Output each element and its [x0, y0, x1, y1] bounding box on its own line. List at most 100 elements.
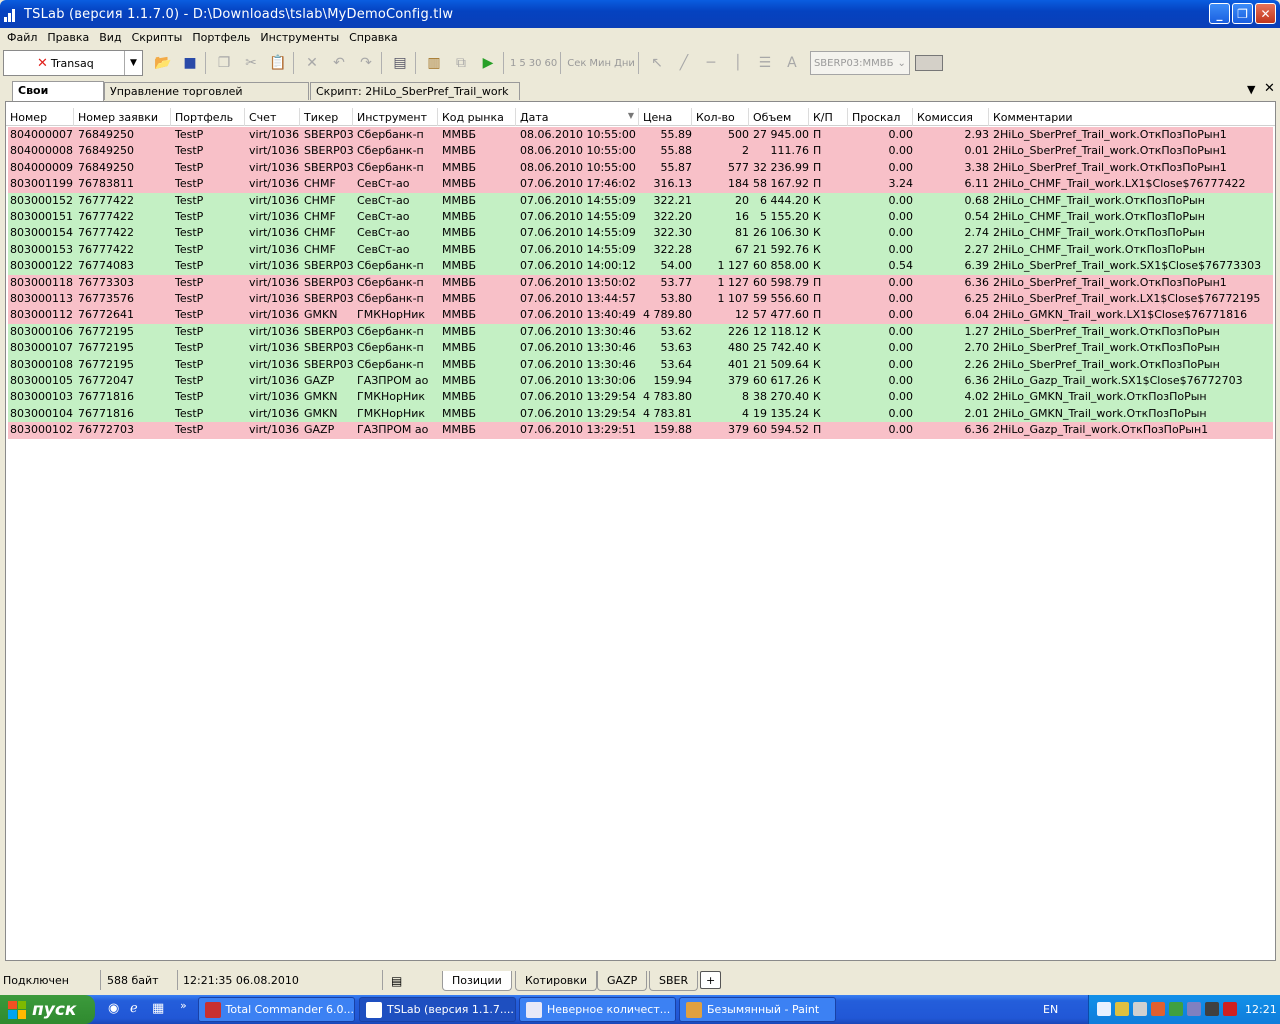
- task-paint[interactable]: Безымянный - Paint: [679, 997, 836, 1022]
- task-total-commander[interactable]: Total Commander 6.0...: [198, 997, 355, 1022]
- table-row[interactable]: 803000104 76771816 TestP virt/1036 GMKN ГМКНо…: [8, 405, 1273, 423]
- schema-icon[interactable]: ⧉: [449, 51, 473, 75]
- tray-calc-icon[interactable]: [1133, 1002, 1147, 1016]
- unit-seconds[interactable]: Сек: [567, 58, 586, 69]
- col-commission[interactable]: Комиссия: [913, 108, 989, 126]
- unit-days[interactable]: Дни: [614, 58, 635, 69]
- vline-tool-icon[interactable]: │: [726, 51, 750, 75]
- col-instrument[interactable]: Инструмент: [353, 108, 438, 126]
- menu-view[interactable]: Вид: [94, 31, 126, 44]
- table-row[interactable]: 803000122 76774083 TestP virt/1036 SBERP03 Сб…: [8, 258, 1273, 275]
- col-price[interactable]: Цена: [639, 108, 692, 126]
- close-button[interactable]: ✕: [1255, 3, 1276, 24]
- quicklaunch-more-icon[interactable]: »: [180, 999, 187, 1012]
- properties-icon[interactable]: ▤: [388, 51, 412, 75]
- tray-sound-icon[interactable]: [1205, 1002, 1219, 1016]
- col-quantity[interactable]: Кол-во: [692, 108, 749, 126]
- minimize-button[interactable]: _: [1209, 3, 1230, 24]
- redo-icon[interactable]: ↷: [354, 51, 378, 75]
- col-side[interactable]: К/П: [809, 108, 848, 126]
- table-row[interactable]: 804000009 76849250 TestP virt/1036 SBERP03 Сб…: [8, 159, 1273, 177]
- tab-own-trades[interactable]: Свои сделки: [12, 81, 104, 110]
- tray-network-icon[interactable]: [1187, 1002, 1201, 1016]
- interval-1[interactable]: 1: [510, 58, 516, 69]
- start-button[interactable]: пуск: [0, 995, 95, 1024]
- col-volume[interactable]: Объем: [749, 108, 809, 126]
- interval-60[interactable]: 60: [544, 58, 557, 69]
- tab-quotes[interactable]: Котировки: [515, 971, 598, 991]
- interval-30[interactable]: 30: [529, 58, 542, 69]
- menu-file[interactable]: Файл: [2, 31, 42, 44]
- tray-net-icon[interactable]: [1151, 1002, 1165, 1016]
- log-icon[interactable]: ▤: [388, 972, 402, 990]
- table-row[interactable]: 803000154 76777422 TestP virt/1036 CHMF СевСт…: [8, 225, 1273, 242]
- col-portfolio[interactable]: Портфель: [171, 108, 245, 126]
- tab-sber[interactable]: SBER: [649, 971, 699, 991]
- color-picker[interactable]: [914, 55, 943, 71]
- table-row[interactable]: 803001199 76783811 TestP virt/1036 CHMF СевСт…: [8, 176, 1273, 193]
- line-tool-icon[interactable]: ╱: [672, 51, 696, 75]
- col-market-code[interactable]: Код рынка: [438, 108, 516, 126]
- table-row[interactable]: 803000118 76773303 TestP virt/1036 SBERP03 Сб…: [8, 274, 1273, 291]
- table-row[interactable]: 803000102 76772703 TestP virt/1036 GAZP ГАЗПР…: [8, 422, 1273, 439]
- menu-edit[interactable]: Правка: [42, 31, 94, 44]
- table-row[interactable]: 804000007 76849250 TestP virt/1036 SBERP03 Сб…: [8, 127, 1273, 144]
- tab-gazp[interactable]: GAZP: [597, 971, 648, 991]
- table-row[interactable]: 803000108 76772195 TestP virt/1036 SBERP03 Сб…: [8, 356, 1273, 373]
- text-tool-icon[interactable]: A: [780, 51, 804, 75]
- table-row[interactable]: 803000151 76777422 TestP virt/1036 CHMF СевСт…: [8, 209, 1273, 226]
- hline-tool-icon[interactable]: ─: [699, 51, 723, 75]
- tab-script-management[interactable]: Управление торговлей скриптами: [104, 82, 309, 111]
- table-row[interactable]: 803000105 76772047 TestP virt/1036 GAZP ГАЗПР…: [8, 373, 1273, 390]
- quicklaunch-desktop-icon[interactable]: ▦: [152, 1001, 164, 1016]
- table-row[interactable]: 803000106 76772195 TestP virt/1036 SBERP03 Сб…: [8, 323, 1273, 341]
- table-row[interactable]: 803000153 76777422 TestP virt/1036 CHMF СевСт…: [8, 241, 1273, 259]
- tab-positions[interactable]: Позиции: [442, 971, 512, 991]
- col-number[interactable]: Номер: [6, 108, 74, 126]
- menu-help[interactable]: Справка: [344, 31, 402, 44]
- col-slippage[interactable]: Проскал: [848, 108, 913, 126]
- menu-portfolio[interactable]: Портфель: [187, 31, 255, 44]
- paste-icon[interactable]: 📋: [266, 51, 290, 75]
- col-account[interactable]: Счет: [245, 108, 300, 126]
- connector-select[interactable]: ✕ Transaq ▼: [3, 50, 143, 76]
- table-row[interactable]: 803000107 76772195 TestP virt/1036 SBERP03 Сб…: [8, 340, 1273, 357]
- cut-icon[interactable]: ✂: [239, 51, 263, 75]
- add-tab-button[interactable]: +: [700, 971, 722, 989]
- instrument-select[interactable]: SBERP03:ММВБ ⌄: [809, 51, 910, 75]
- close-tab-icon[interactable]: ✕: [1264, 81, 1275, 96]
- col-order-number[interactable]: Номер заявки: [74, 108, 171, 126]
- col-date[interactable]: Дата ▼: [516, 108, 639, 126]
- menu-scripts[interactable]: Скрипты: [127, 31, 188, 44]
- table-row[interactable]: 803000113 76773576 TestP virt/1036 SBERP03 Сб…: [8, 291, 1273, 308]
- undo-icon[interactable]: ↶: [327, 51, 351, 75]
- tray-font-icon[interactable]: [1097, 1002, 1111, 1016]
- col-comment[interactable]: Комментарии: [989, 108, 1275, 126]
- chevron-down-icon[interactable]: ▼: [124, 51, 142, 75]
- task-error-dialog[interactable]: Неверное количест...: [519, 997, 676, 1022]
- table-row[interactable]: 803000112 76772641 TestP virt/1036 GMKN ГМКНо…: [8, 307, 1273, 324]
- table-row[interactable]: 803000103 76771816 TestP virt/1036 GMKN ГМКНо…: [8, 389, 1273, 406]
- language-indicator[interactable]: EN: [1043, 1003, 1058, 1016]
- quicklaunch-outlook-icon[interactable]: ◉: [108, 1001, 119, 1016]
- quicklaunch-ie-icon[interactable]: ℯ: [130, 1001, 138, 1016]
- cursor-icon[interactable]: ↖: [645, 51, 669, 75]
- interval-5[interactable]: 5: [519, 58, 525, 69]
- menu-tools[interactable]: Инструменты: [255, 31, 344, 44]
- copy-icon[interactable]: ❐: [212, 51, 236, 75]
- save-icon[interactable]: ■: [178, 51, 202, 75]
- tab-script[interactable]: Скрипт: 2HiLo_SberPref_Trail_work: [310, 82, 520, 100]
- table-row[interactable]: 804000008 76849250 TestP virt/1036 SBERP03 Сб…: [8, 143, 1273, 160]
- levels-tool-icon[interactable]: ☰: [753, 51, 777, 75]
- tray-cow-icon[interactable]: [1115, 1002, 1129, 1016]
- delete-icon[interactable]: ✕: [300, 51, 324, 75]
- col-ticker[interactable]: Тикер: [300, 108, 353, 126]
- tabs-dropdown-icon[interactable]: ▼: [1247, 83, 1255, 96]
- open-icon[interactable]: 📂: [151, 51, 175, 75]
- tray-shield-icon[interactable]: [1169, 1002, 1183, 1016]
- table-row[interactable]: 803000152 76777422 TestP virt/1036 CHMF СевСт…: [8, 192, 1273, 209]
- run-icon[interactable]: ▶: [476, 51, 500, 75]
- chart-icon[interactable]: ▥: [422, 51, 446, 75]
- unit-minutes[interactable]: Мин: [589, 58, 611, 69]
- maximize-button[interactable]: ❐: [1232, 3, 1253, 24]
